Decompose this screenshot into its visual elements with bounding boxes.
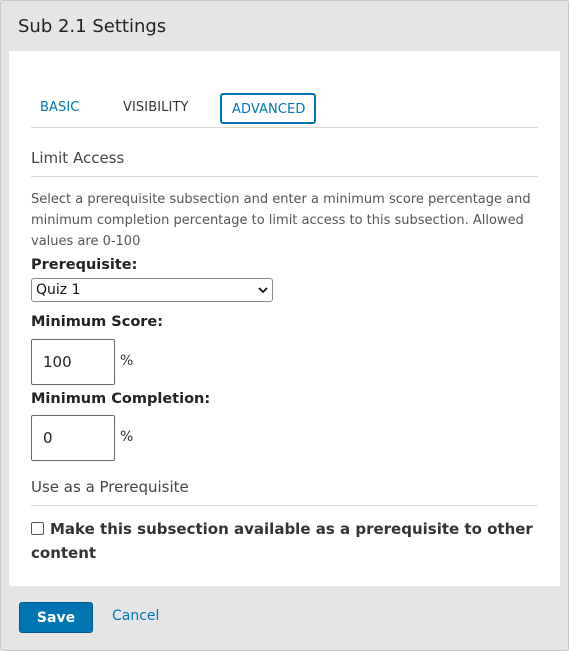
tab-basic[interactable]: BASIC	[40, 93, 79, 127]
prereq-checkbox-label: Make this subsection available as a prer…	[31, 520, 533, 562]
tab-advanced[interactable]: ADVANCED	[220, 93, 316, 124]
min-score-percent: %	[120, 353, 134, 369]
use-prereq-heading: Use as a Prerequisite	[31, 478, 189, 496]
chevron-down-icon	[258, 280, 268, 307]
min-completion-percent: %	[120, 429, 134, 445]
section-divider	[31, 176, 538, 177]
prereq-checkbox-row[interactable]: Make this subsection available as a prer…	[31, 517, 536, 565]
limit-access-heading: Limit Access	[31, 149, 125, 167]
min-completion-label: Minimum Completion:	[31, 391, 211, 407]
settings-modal: Sub 2.1 Settings BASIC VISIBILITY ADVANC…	[0, 0, 569, 651]
modal-header: Sub 2.1 Settings	[1, 1, 568, 51]
prereq-checkbox[interactable]	[31, 522, 44, 535]
prerequisite-select[interactable]: Quiz 1	[31, 278, 273, 302]
tab-bar: BASIC VISIBILITY ADVANCED	[31, 93, 538, 128]
prerequisite-label: Prerequisite:	[31, 257, 138, 273]
tab-visibility[interactable]: VISIBILITY	[123, 93, 189, 127]
modal-footer: Save Cancel	[1, 587, 568, 650]
modal-body: BASIC VISIBILITY ADVANCED Limit Access S…	[9, 51, 560, 586]
modal-title: Sub 2.1 Settings	[18, 16, 167, 37]
section-divider	[31, 505, 538, 506]
min-completion-input[interactable]: 0	[31, 415, 115, 461]
min-score-input[interactable]: 100	[31, 339, 115, 385]
save-button[interactable]: Save	[19, 602, 93, 633]
limit-access-description: Select a prerequisite subsection and ent…	[31, 192, 531, 249]
min-score-label: Minimum Score:	[31, 314, 164, 330]
cancel-button[interactable]: Cancel	[112, 608, 159, 624]
prerequisite-selected-value: Quiz 1	[36, 282, 81, 298]
